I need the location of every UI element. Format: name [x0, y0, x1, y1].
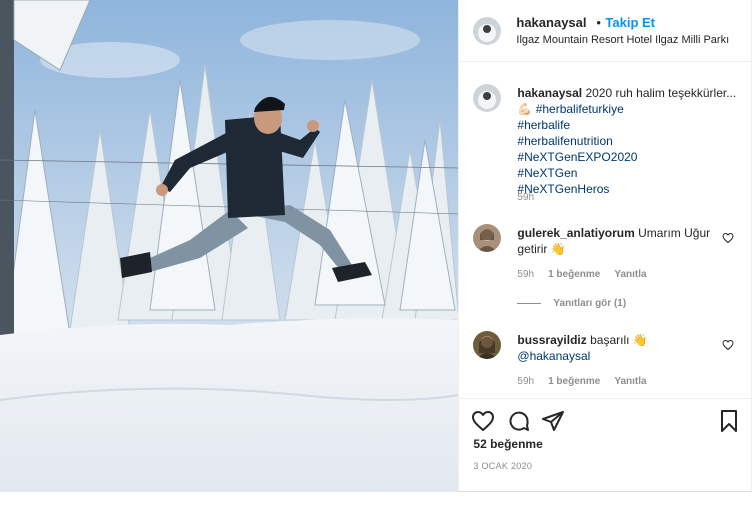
comment-username[interactable]: bussrayildiz — [517, 333, 586, 347]
hashtag[interactable]: #herbalife — [517, 117, 742, 133]
likes-count[interactable]: 52 beğenme — [473, 437, 542, 451]
post-details-panel: hakanaysal • Takip Et Ilgaz Mountain Res… — [458, 0, 752, 492]
hashtag[interactable]: #NeXTGenHeros — [517, 181, 742, 197]
author-avatar[interactable] — [473, 17, 502, 45]
follow-button[interactable]: Takip Et — [605, 15, 655, 30]
location-link[interactable]: Ilgaz Mountain Resort Hotel Ilgaz Milli … — [516, 34, 729, 46]
comment-meta: 59h 1 beğenme Yanıtla — [517, 269, 646, 280]
caption-username[interactable]: hakanaysal — [517, 86, 582, 100]
comment-meta: 59h 1 beğenme Yanıtla — [517, 376, 646, 387]
caption-avatar[interactable] — [473, 84, 502, 112]
bookmark-icon[interactable] — [717, 409, 741, 433]
hashtag[interactable]: #NeXTGenEXPO2020 — [517, 149, 742, 165]
hashtag[interactable]: #herbalifeturkiye — [536, 102, 624, 116]
comment-username[interactable]: gulerek_anlatiyorum — [517, 226, 634, 240]
comment-likes[interactable]: 1 beğenme — [548, 269, 600, 280]
mention-link[interactable]: @hakanaysal — [517, 349, 590, 363]
comment-time: 59h — [517, 376, 535, 387]
hashtag[interactable]: #NeXTGen — [517, 165, 742, 181]
snow-jump-photo — [0, 0, 459, 492]
share-icon[interactable] — [541, 409, 565, 433]
replies-divider — [517, 303, 542, 304]
reply-button[interactable]: Yanıtla — [614, 269, 646, 280]
post-actions: 52 beğenme 3 OCAK 2020 — [459, 398, 752, 492]
post-photo[interactable] — [0, 0, 459, 492]
separator-dot: • — [596, 15, 601, 30]
comment-like-icon[interactable] — [722, 339, 734, 351]
author-username[interactable]: hakanaysal — [516, 15, 586, 30]
comment-text: gulerek_anlatiyorum Umarım Uğur getirir … — [517, 225, 712, 257]
comment-likes[interactable]: 1 beğenme — [548, 376, 600, 387]
commenter-avatar[interactable] — [473, 224, 502, 252]
commenter-avatar[interactable] — [473, 331, 502, 359]
post-date: 3 OCAK 2020 — [473, 461, 533, 471]
view-replies-label[interactable]: Yanıtları gör (1) — [553, 298, 626, 309]
hashtag[interactable]: #herbalifenutrition — [517, 133, 742, 149]
comment-text: bussrayildiz başarılı 👋 @hakanaysal — [517, 332, 712, 364]
reply-button[interactable]: Yanıtla — [614, 376, 646, 387]
view-replies-button[interactable]: Yanıtları gör (1) — [517, 298, 626, 309]
comment-body: başarılı 👋 — [590, 333, 648, 347]
post-header: hakanaysal • Takip Et Ilgaz Mountain Res… — [459, 0, 752, 62]
post-frame: hakanaysal • Takip Et Ilgaz Mountain Res… — [0, 0, 752, 492]
caption-time: 59h — [517, 192, 535, 203]
comment-icon[interactable] — [507, 409, 531, 433]
caption-text: hakanaysal 2020 ruh halim teşekkürler...… — [517, 85, 742, 197]
comment-time: 59h — [517, 269, 535, 280]
comment-like-icon[interactable] — [722, 232, 734, 244]
heart-icon[interactable] — [471, 409, 495, 433]
